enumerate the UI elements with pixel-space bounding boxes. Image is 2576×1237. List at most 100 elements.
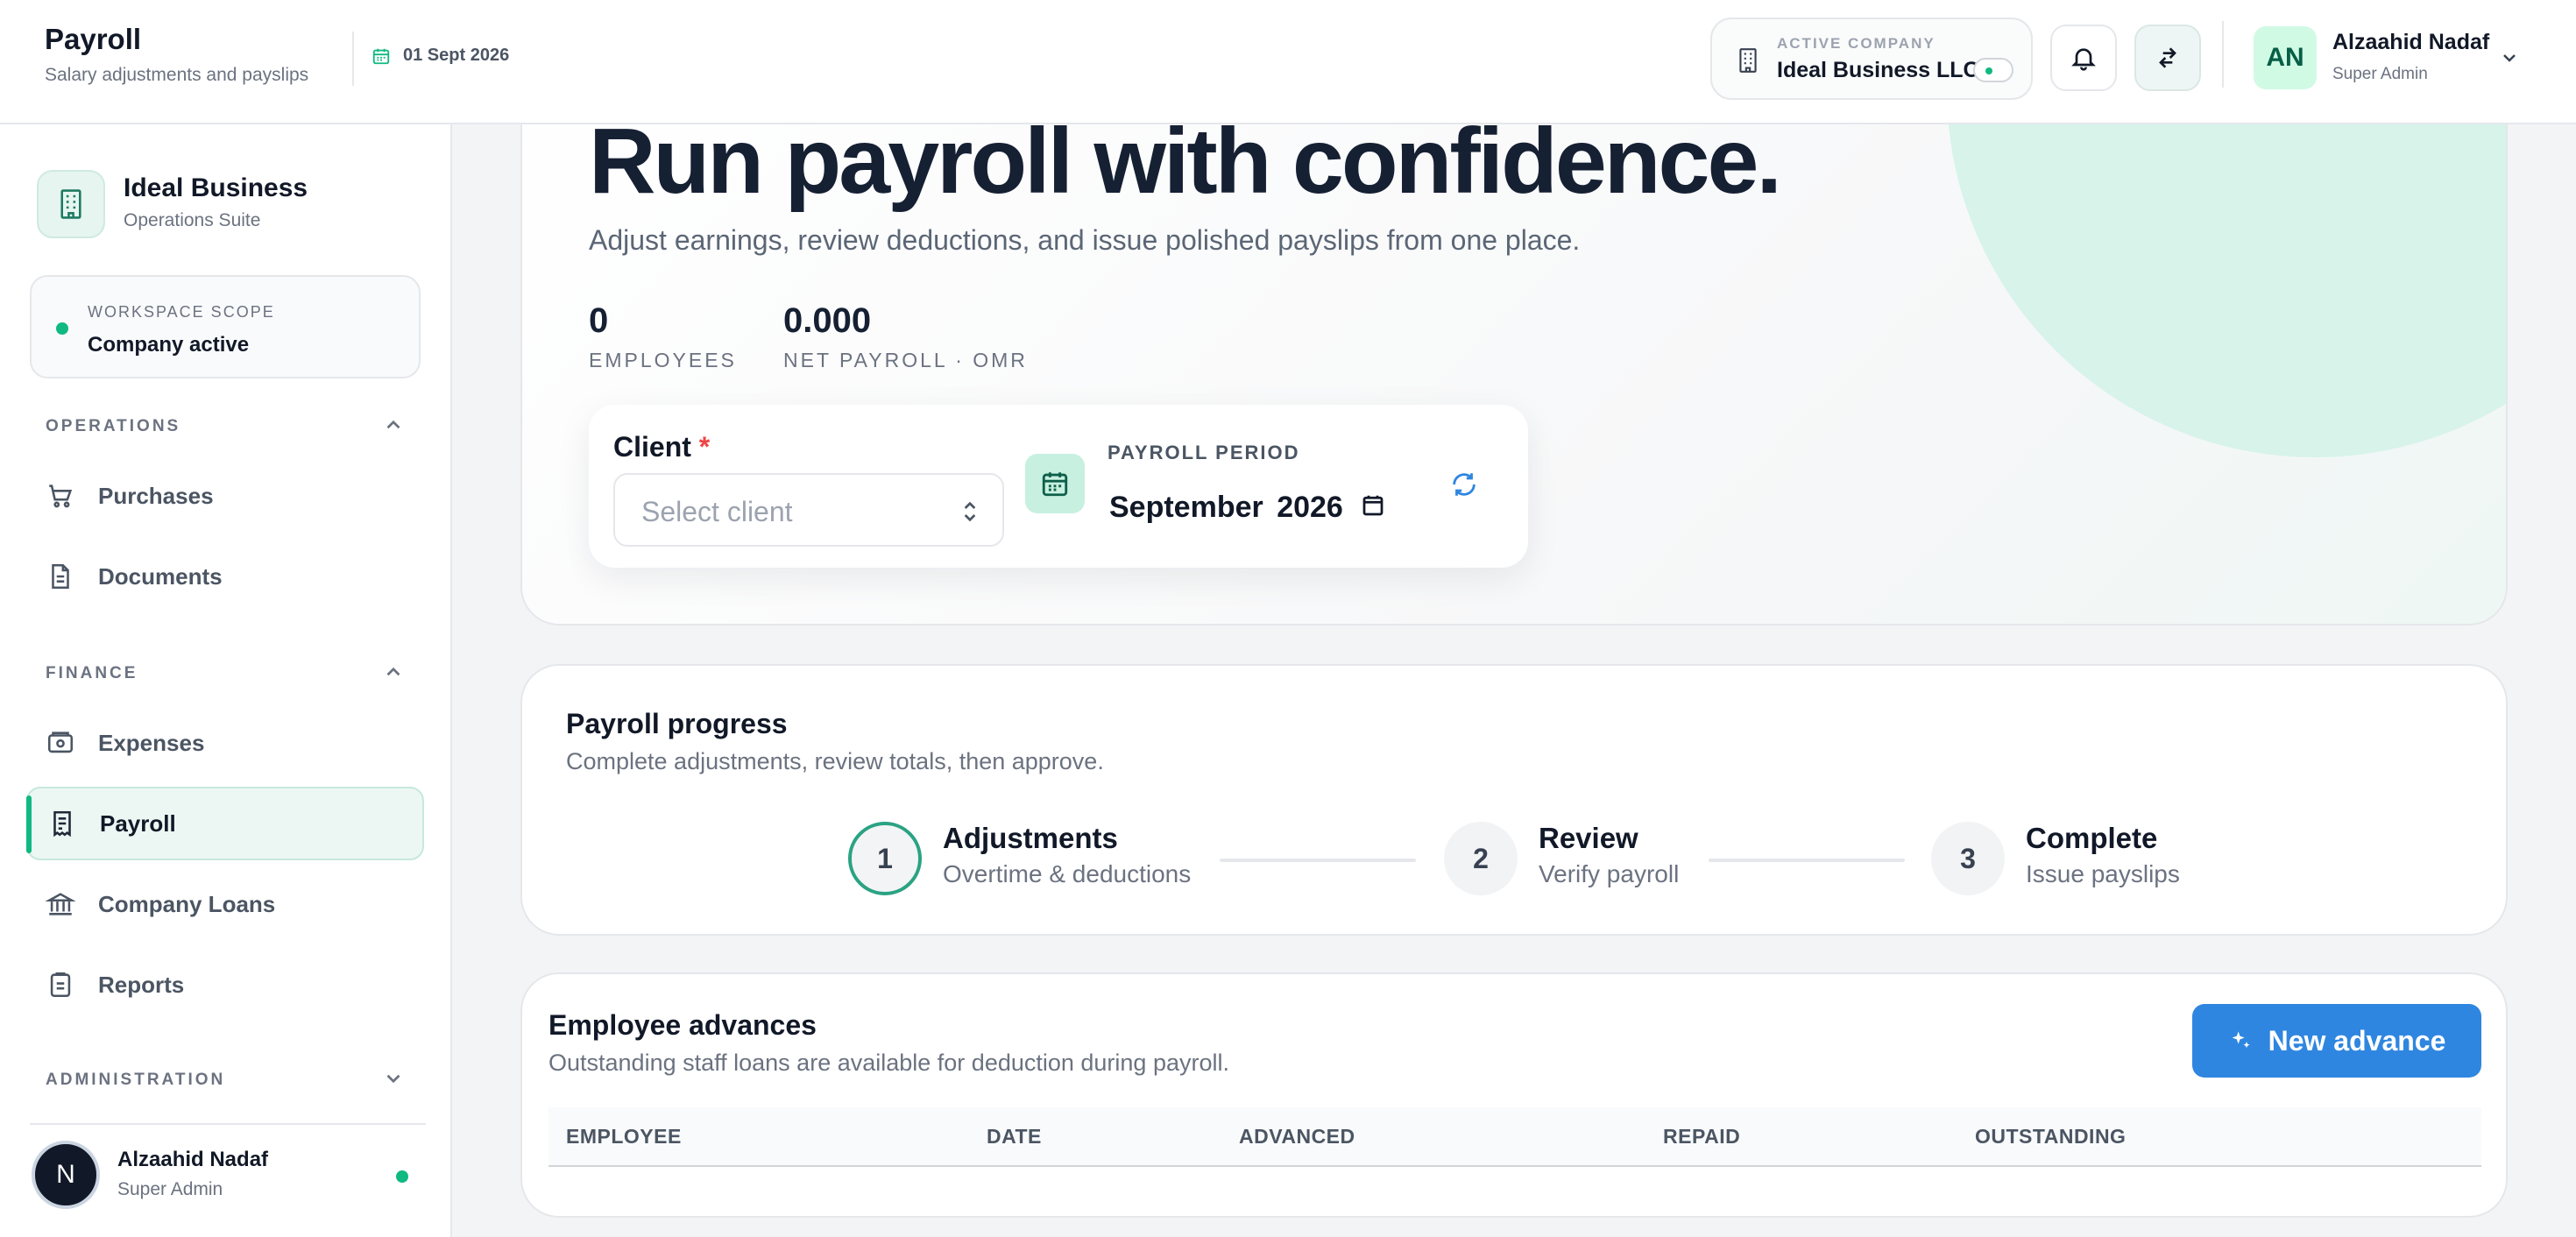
- sidebar-item-payroll[interactable]: Payroll: [26, 787, 424, 860]
- column-header-advanced[interactable]: ADVANCED: [1239, 1125, 1355, 1149]
- active-company-switcher[interactable]: ACTIVE COMPANY Ideal Business LLC: [1710, 18, 2033, 100]
- section-label-administration: ADMINISTRATION: [46, 1071, 226, 1089]
- step-1-title: Adjustments: [943, 822, 1118, 854]
- period-year: 2026: [1277, 491, 1343, 524]
- net-payroll-label: NET PAYROLL · OMR: [783, 349, 1028, 371]
- building-icon: [1737, 47, 1759, 74]
- brand-subtitle: Operations Suite: [124, 210, 261, 230]
- calendar-icon: [372, 46, 391, 66]
- sidebar-item-expenses[interactable]: Expenses: [26, 706, 424, 780]
- required-mark: *: [698, 431, 711, 463]
- step-connector: [1709, 859, 1905, 862]
- header-divider-right: [2222, 21, 2224, 88]
- chevron-up-icon[interactable]: [382, 661, 405, 683]
- advances-title: Employee advances: [548, 1009, 817, 1041]
- sidebar: Ideal Business Operations Suite WORKSPAC…: [0, 124, 452, 1237]
- period-month: September: [1109, 491, 1263, 524]
- step-2-title: Review: [1539, 822, 1638, 854]
- clipboard-icon: [46, 970, 75, 1000]
- page-subtitle: Salary adjustments and payslips: [45, 65, 309, 85]
- company-status-toggle[interactable]: [1973, 58, 2013, 82]
- month-picker-icon[interactable]: [1360, 492, 1386, 519]
- step-3-title: Complete: [2026, 822, 2158, 854]
- section-label-finance: FINANCE: [46, 664, 138, 682]
- active-company-name: Ideal Business LLC: [1777, 58, 1979, 82]
- notifications-button[interactable]: [2050, 25, 2117, 91]
- page-title: Payroll: [45, 23, 142, 55]
- top-bar: Payroll Salary adjustments and payslips …: [0, 0, 2576, 124]
- sidebar-item-company-loans[interactable]: Company Loans: [26, 867, 424, 941]
- workspace-scope: WORKSPACE SCOPE Company active: [30, 275, 421, 378]
- sidebar-divider: [30, 1123, 426, 1125]
- advances-subtitle: Outstanding staff loans are available fo…: [548, 1050, 1229, 1076]
- client-label: Client *: [613, 431, 710, 463]
- current-date-text: 01 Sept 2026: [403, 46, 510, 65]
- employees-label: EMPLOYEES: [589, 349, 737, 371]
- column-header-repaid[interactable]: REPAID: [1663, 1125, 1740, 1149]
- step-2-badge[interactable]: 2: [1444, 822, 1518, 895]
- sidebar-user-avatar[interactable]: N: [32, 1141, 100, 1209]
- header-divider: [352, 32, 354, 86]
- cart-icon: [46, 481, 75, 511]
- sidebar-item-purchases[interactable]: Purchases: [26, 459, 424, 533]
- sidebar-item-label: Purchases: [98, 482, 214, 509]
- hero-title: Run payroll with confidence.: [589, 110, 1782, 213]
- sidebar-item-reports[interactable]: Reports: [26, 948, 424, 1021]
- sidebar-user-role: Super Admin: [117, 1179, 223, 1199]
- refresh-icon[interactable]: [1449, 470, 1479, 499]
- sidebar-item-label: Company Loans: [98, 890, 276, 917]
- wallet-icon: [46, 728, 75, 758]
- bell-icon: [2070, 44, 2098, 72]
- step-connector: [1220, 859, 1416, 862]
- user-role: Super Admin: [2332, 65, 2428, 83]
- building-icon: [57, 188, 85, 220]
- client-select[interactable]: Select client: [613, 473, 1004, 547]
- user-name[interactable]: Alzaahid Nadaf: [2332, 30, 2489, 55]
- payroll-period-input[interactable]: September 2026: [1109, 491, 1343, 525]
- client-label-text: Client: [613, 431, 691, 463]
- sidebar-item-label: Documents: [98, 562, 223, 590]
- progress-title: Payroll progress: [566, 708, 788, 739]
- document-icon: [46, 562, 75, 591]
- column-header-employee[interactable]: EMPLOYEE: [566, 1125, 682, 1149]
- column-header-date[interactable]: DATE: [987, 1125, 1042, 1149]
- workspace-scope-value: Company active: [88, 333, 250, 357]
- section-label-operations: OPERATIONS: [46, 417, 181, 435]
- status-dot: [56, 322, 68, 335]
- bank-icon: [46, 889, 75, 919]
- column-header-outstanding[interactable]: OUTSTANDING: [1975, 1125, 2126, 1149]
- step-1-subtitle: Overtime & deductions: [943, 860, 1192, 887]
- receipt-icon: [47, 809, 77, 838]
- sidebar-item-documents[interactable]: Documents: [26, 540, 424, 613]
- swap-arrows-icon: [2154, 44, 2182, 72]
- hero-subtitle: Adjust earnings, review deductions, and …: [589, 224, 1581, 256]
- sidebar-item-label: Reports: [98, 971, 185, 998]
- sidebar-user-name: Alzaahid Nadaf: [117, 1148, 269, 1171]
- user-avatar[interactable]: AN: [2254, 26, 2317, 89]
- calendar-icon: [1040, 469, 1070, 498]
- step-3-badge[interactable]: 3: [1931, 822, 2005, 895]
- chevron-up-icon[interactable]: [382, 414, 405, 436]
- new-advance-button[interactable]: New advance: [2192, 1004, 2481, 1078]
- progress-subtitle: Complete adjustments, review totals, the…: [566, 748, 1104, 774]
- step-3-subtitle: Issue payslips: [2026, 860, 2180, 887]
- workspace-scope-label: WORKSPACE SCOPE: [88, 303, 275, 321]
- chevron-up-down-icon: [960, 498, 980, 526]
- brand-logo: [37, 170, 105, 238]
- client-select-placeholder: Select client: [641, 496, 793, 527]
- employee-advances-card: Employee advances Outstanding staff loan…: [520, 972, 2508, 1218]
- switch-company-button[interactable]: [2134, 25, 2201, 91]
- chevron-down-icon[interactable]: [382, 1067, 405, 1090]
- brand-name: Ideal Business: [124, 173, 308, 202]
- sparkle-icon: [2228, 1028, 2253, 1053]
- sidebar-item-label: Payroll: [100, 809, 176, 837]
- active-company-label: ACTIVE COMPANY: [1777, 35, 1936, 52]
- online-status-dot: [396, 1170, 408, 1183]
- payroll-period-label: PAYROLL PERIOD: [1108, 442, 1300, 463]
- step-1-badge[interactable]: 1: [848, 822, 922, 895]
- employees-count: 0: [589, 301, 609, 340]
- payroll-progress-card: Payroll progress Complete adjustments, r…: [520, 664, 2508, 936]
- net-payroll-value: 0.000: [783, 301, 872, 340]
- current-date: 01 Sept 2026: [372, 46, 509, 66]
- chevron-down-icon[interactable]: [2499, 47, 2520, 68]
